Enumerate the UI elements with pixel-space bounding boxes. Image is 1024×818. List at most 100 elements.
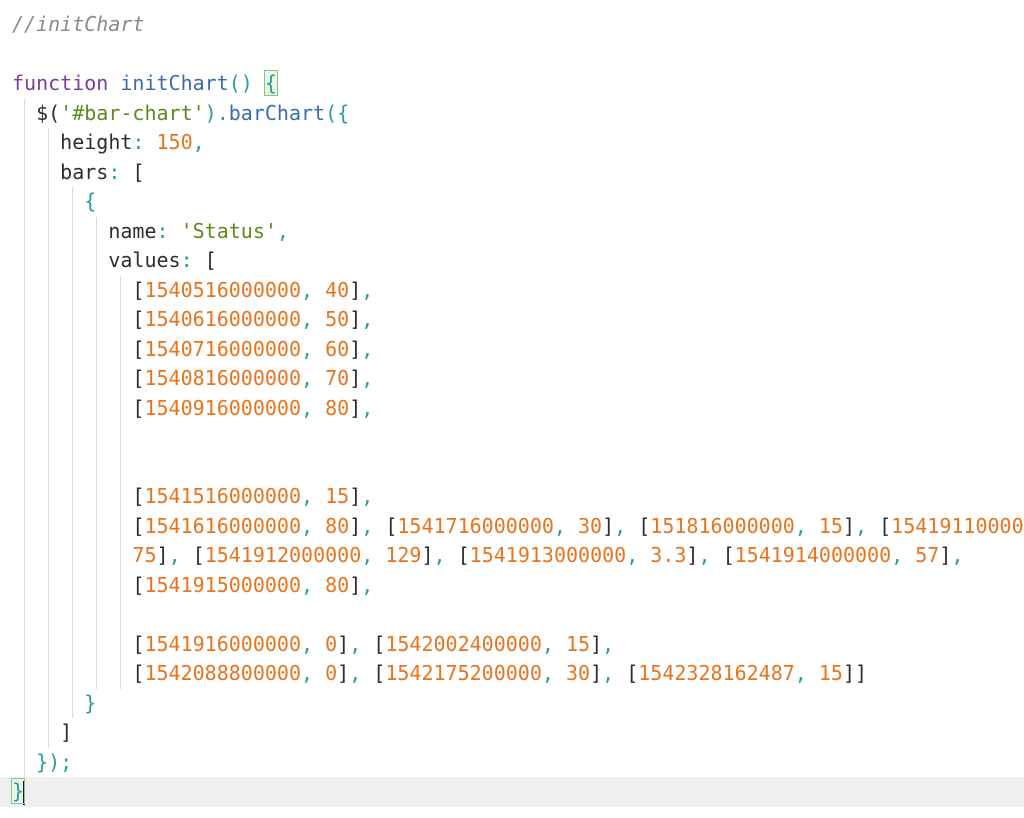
code-line[interactable]: {: [0, 187, 96, 217]
token-number: 57: [915, 543, 940, 567]
code-line[interactable]: [1542088800000, 0], [1542175200000, 30],…: [0, 659, 867, 689]
token-number: 80: [325, 513, 350, 538]
token-number: 129: [385, 543, 422, 567]
token-punct: });: [36, 749, 73, 774]
token-punct: ,: [361, 395, 374, 420]
token-ident: [: [722, 543, 735, 567]
code-line[interactable]: [1541916000000, 0], [1542002400000, 15],: [0, 630, 614, 660]
token-ident: [: [192, 543, 205, 567]
token-ident: bars: [12, 159, 109, 184]
token-ident: [: [879, 513, 892, 538]
token-punct: ,: [301, 366, 326, 390]
token-punct: ,: [361, 513, 386, 538]
token-ident: ]: [349, 395, 362, 420]
code-line[interactable]: [0, 423, 12, 453]
code-line[interactable]: [1540916000000, 80],: [0, 394, 373, 424]
token-number: 15: [818, 513, 843, 538]
token-punct: ,: [541, 661, 566, 685]
token-punct: ,: [361, 543, 386, 567]
token-number: 150: [156, 130, 193, 154]
token-punct: ).: [204, 100, 229, 125]
token-number: 1541915000000: [144, 572, 301, 597]
code-line[interactable]: bars: [: [0, 158, 144, 188]
token-punct: (): [228, 71, 265, 95]
code-line[interactable]: [1540716000000, 60],: [0, 335, 373, 365]
token-ident: ]: [349, 277, 362, 302]
token-punct: :: [108, 159, 133, 184]
token-punct: :: [180, 248, 205, 272]
token-ident: ]]: [842, 661, 868, 685]
token-number: 70: [325, 366, 350, 390]
token-punct: ,: [361, 366, 374, 390]
code-line[interactable]: [0, 600, 12, 630]
token-number: 1541913000000: [469, 543, 627, 567]
code-line[interactable]: [0, 453, 12, 483]
token-ident: ]: [349, 484, 362, 508]
token-number: 1542328162487: [638, 661, 795, 685]
code-line[interactable]: name: 'Status',: [0, 217, 289, 247]
token-number: 1541911000000: [891, 513, 1024, 538]
token-punct: ,: [361, 336, 374, 361]
token-number: 15: [818, 661, 843, 685]
token-ident: [108, 71, 120, 95]
token-number: 30: [578, 513, 603, 538]
token-ident: name: [12, 218, 157, 243]
token-number: 1541616000000: [144, 513, 301, 538]
code-line[interactable]: [1540816000000, 70],: [0, 364, 373, 394]
token-ident: ]: [349, 336, 362, 361]
token-punct: ,: [301, 572, 326, 597]
token-punct: ,: [301, 307, 326, 331]
token-keyword: function: [12, 71, 109, 95]
token-punct: ,: [349, 661, 374, 685]
token-ident: ]: [602, 513, 615, 538]
token-punct: ,: [192, 130, 205, 154]
token-ident: ]: [842, 513, 856, 538]
token-ident: [: [373, 631, 386, 656]
code-line[interactable]: }: [0, 777, 1024, 807]
token-number: 1541516000000: [144, 484, 301, 508]
token-number: 0: [325, 631, 338, 656]
code-line[interactable]: 75], [1541912000000, 129], [154191300000…: [0, 541, 963, 571]
token-number: 1540916000000: [144, 395, 301, 420]
token-ident: [: [12, 395, 145, 420]
token-punct: ,: [361, 307, 374, 331]
token-number: 1540616000000: [144, 307, 301, 331]
code-line[interactable]: values: [: [0, 246, 217, 276]
token-number: 80: [325, 395, 350, 420]
token-ident: [: [12, 572, 145, 597]
code-line[interactable]: //initChart: [0, 10, 144, 40]
token-ident: [: [204, 248, 217, 272]
code-editor[interactable]: //initChart function initChart() { $('#ba…: [0, 0, 1024, 818]
token-punct: ,: [361, 572, 374, 597]
code-line[interactable]: $('#bar-chart').barChart({: [0, 99, 349, 129]
code-line[interactable]: [1540616000000, 50],: [0, 305, 373, 335]
token-punct: ,: [794, 513, 819, 538]
code-line[interactable]: [1540516000000, 40],: [0, 276, 373, 306]
token-string: 'Status': [180, 218, 277, 243]
code-line[interactable]: height: 150,: [0, 128, 205, 158]
token-punct: ,: [855, 513, 880, 538]
code-line[interactable]: [1541915000000, 80],: [0, 571, 373, 601]
code-line[interactable]: });: [0, 748, 72, 778]
token-punct: ,: [349, 631, 374, 656]
token-number: 50: [325, 307, 350, 331]
token-ident: [12, 543, 132, 567]
token-ident: ]: [590, 631, 603, 656]
token-number: 1541916000000: [144, 631, 301, 656]
token-ident: $(: [12, 100, 61, 125]
token-punct: }: [84, 690, 97, 715]
token-number: 1540516000000: [144, 277, 301, 302]
token-number: 40: [325, 277, 350, 302]
token-punct: ,: [301, 277, 326, 302]
code-line[interactable]: [1541616000000, 80], [1541716000000, 30]…: [0, 512, 1024, 542]
code-line[interactable]: [0, 40, 12, 70]
token-punct: :: [156, 218, 181, 243]
code-line[interactable]: [1541516000000, 15],: [0, 482, 373, 512]
token-number: 1541716000000: [397, 513, 554, 538]
code-line[interactable]: function initChart() {: [0, 69, 278, 99]
code-line[interactable]: ]: [0, 718, 72, 748]
token-ident: ]: [156, 543, 169, 567]
code-line[interactable]: }: [0, 689, 96, 719]
matched-bracket: {: [263, 70, 278, 96]
token-comment: //initChart: [12, 12, 145, 36]
